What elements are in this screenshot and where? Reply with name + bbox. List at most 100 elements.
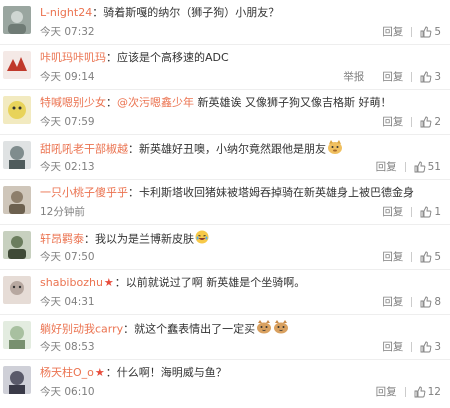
like-count: 51 [427, 161, 441, 173]
colon: ： [84, 232, 95, 246]
reply-button[interactable]: 回复 [382, 250, 403, 264]
like-count: 5 [434, 251, 441, 263]
colon: ： [106, 96, 117, 109]
comment-line: 轩昂羁泰：我以为是兰博新皮肤 [40, 230, 440, 249]
thumbs-up-icon[interactable] [414, 386, 426, 398]
thumbs-up-icon[interactable] [414, 161, 426, 173]
comment-item: 一只小桃子傻乎乎：卡利斯塔收回猪妹被塔姆吞掉骑在新英雄身上被巴德金身 12分钟前… [0, 180, 450, 225]
username-link[interactable]: shabibozhu [40, 276, 103, 289]
comment-line: shabibozhu★：以前就说过了啊 新英雄是个坐骑啊。 [40, 275, 440, 291]
like-count: 5 [434, 26, 441, 38]
timestamp: 今天 06:10 [40, 386, 95, 398]
comment-actions: 回复 12 [376, 385, 441, 399]
thumbs-up-icon[interactable] [420, 206, 432, 218]
colon: ： [105, 366, 117, 379]
comment-item: 杨天柱O_o★：什么啊！海明威与鱼？ 今天 06:10 回复 12 [0, 360, 450, 408]
like-count: 3 [434, 71, 441, 83]
reply-button[interactable]: 回复 [376, 385, 397, 399]
avatar[interactable] [3, 6, 31, 34]
username-link[interactable]: 一只小桃子傻乎乎 [40, 186, 128, 199]
comment-text: 我以为是兰博新皮肤 [95, 232, 194, 246]
reply-button[interactable]: 回复 [382, 115, 403, 129]
like-count: 2 [434, 116, 441, 128]
thumbs-up-icon[interactable] [420, 26, 432, 38]
avatar[interactable] [3, 366, 31, 394]
report-button[interactable]: 举报 [343, 70, 364, 84]
reply-button[interactable]: 回复 [382, 70, 403, 84]
comment-line: 躺好别动我carry：就这个蠢表情出了一定买 [40, 320, 440, 339]
comment-line: L-night24：骑着斯嘎的纳尔（狮子狗）小朋友？ [40, 5, 440, 21]
divider [411, 207, 413, 217]
comment-item: 躺好别动我carry：就这个蠢表情出了一定买 今天 08:53 回复 3 [0, 315, 450, 360]
timestamp: 今天 07:50 [40, 251, 95, 263]
colon: ： [106, 51, 117, 64]
star-badge-icon: ★ [94, 366, 105, 379]
comment-text: 卡利斯塔收回猪妹被塔姆吞掉骑在新英雄身上被巴德金身 [139, 186, 414, 199]
reply-button[interactable]: 回复 [382, 25, 403, 39]
thumbs-up-icon[interactable] [420, 71, 432, 83]
doge-emoji-icon [327, 140, 343, 159]
reply-button[interactable]: 回复 [376, 160, 397, 174]
divider [411, 27, 413, 37]
timestamp: 今天 09:14 [40, 71, 95, 83]
comment-item: 咔叽玛咔叽玛：应该是个高移速的ADC 今天 09:14 举报 回复 3 [0, 45, 450, 90]
username-link[interactable]: 轩昂羁泰 [40, 233, 84, 246]
username-link[interactable]: 咔叽玛咔叽玛 [40, 51, 106, 64]
timestamp: 今天 07:59 [40, 116, 95, 128]
like-count: 12 [427, 386, 441, 398]
thumbs-up-icon[interactable] [420, 251, 432, 263]
username-link[interactable]: 甜吼吼老干部椒越 [40, 143, 128, 156]
colon: ： [128, 142, 139, 156]
username-link[interactable]: 躺好别动我carry [40, 323, 123, 336]
username-link[interactable]: 特喊嗯别少女 [40, 96, 106, 109]
comment-item: L-night24：骑着斯嘎的纳尔（狮子狗）小朋友？ 今天 07:32 回复 5 [0, 0, 450, 45]
comment-line: 咔叽玛咔叽玛：应该是个高移速的ADC [40, 50, 440, 66]
comment-text: 以前就说过了啊 新英雄是个坐骑啊。 [125, 276, 306, 289]
star-badge-icon: ★ [103, 276, 114, 289]
comment-actions: 回复 3 [382, 340, 441, 354]
comment-actions: 回复 8 [382, 295, 441, 309]
reply-button[interactable]: 回复 [382, 205, 403, 219]
reply-button[interactable]: 回复 [382, 340, 403, 354]
thumbs-up-icon[interactable] [420, 296, 432, 308]
avatar[interactable] [3, 96, 31, 124]
avatar[interactable] [3, 231, 31, 259]
comment-actions: 回复 51 [376, 160, 441, 174]
avatar[interactable] [3, 276, 31, 304]
comment-line: 甜吼吼老干部椒越：新英雄好丑噢，小纳尔竟然跟他是朋友 [40, 140, 440, 159]
avatar[interactable] [3, 51, 31, 79]
avatar[interactable] [3, 321, 31, 349]
colon: ： [114, 276, 126, 289]
divider [404, 162, 406, 172]
thumbs-up-icon[interactable] [420, 116, 432, 128]
divider [411, 252, 413, 262]
mention-link[interactable]: @次污嗯鑫少年 [117, 96, 194, 109]
timestamp: 今天 08:53 [40, 341, 95, 353]
comment-text: 就这个蠢表情出了一定买 [134, 322, 256, 336]
divider [411, 72, 413, 82]
timestamp: 今天 07:32 [40, 26, 95, 38]
thumbs-up-icon[interactable] [420, 341, 432, 353]
comment-text: 新英雄好丑噢，小纳尔竟然跟他是朋友 [139, 142, 326, 156]
avatar[interactable] [3, 186, 31, 214]
comment-actions: 回复 5 [382, 25, 441, 39]
comment-text: 新英雄诶 又像狮子狗又像吉格斯 好萌！ [197, 96, 392, 109]
comment-item: 轩昂羁泰：我以为是兰博新皮肤 今天 07:50 回复 5 [0, 225, 450, 270]
laugh-cry-emoji-icon [195, 230, 209, 249]
timestamp: 12分钟前 [40, 206, 85, 218]
cat-face-emoji-icon [273, 320, 289, 339]
avatar[interactable] [3, 141, 31, 169]
cat-face-emoji-icon [256, 320, 272, 339]
username-link[interactable]: 杨天柱O_o [40, 366, 94, 379]
comment-line: 特喊嗯别少女：@次污嗯鑫少年 新英雄诶 又像狮子狗又像吉格斯 好萌！ [40, 95, 440, 111]
divider [404, 387, 406, 397]
comment-item: shabibozhu★：以前就说过了啊 新英雄是个坐骑啊。 今天 04:31 回… [0, 270, 450, 315]
comment-item: 甜吼吼老干部椒越：新英雄好丑噢，小纳尔竟然跟他是朋友 今天 02:13 回复 51 [0, 135, 450, 180]
comment-text: 什么啊！海明威与鱼？ [116, 366, 227, 379]
colon: ： [123, 322, 135, 336]
comment-actions: 回复 2 [382, 115, 441, 129]
comment-actions: 回复 5 [382, 250, 441, 264]
comment-feed: L-night24：骑着斯嘎的纳尔（狮子狗）小朋友？ 今天 07:32 回复 5 … [0, 0, 450, 408]
username-link[interactable]: L-night24 [40, 6, 92, 19]
reply-button[interactable]: 回复 [382, 295, 403, 309]
